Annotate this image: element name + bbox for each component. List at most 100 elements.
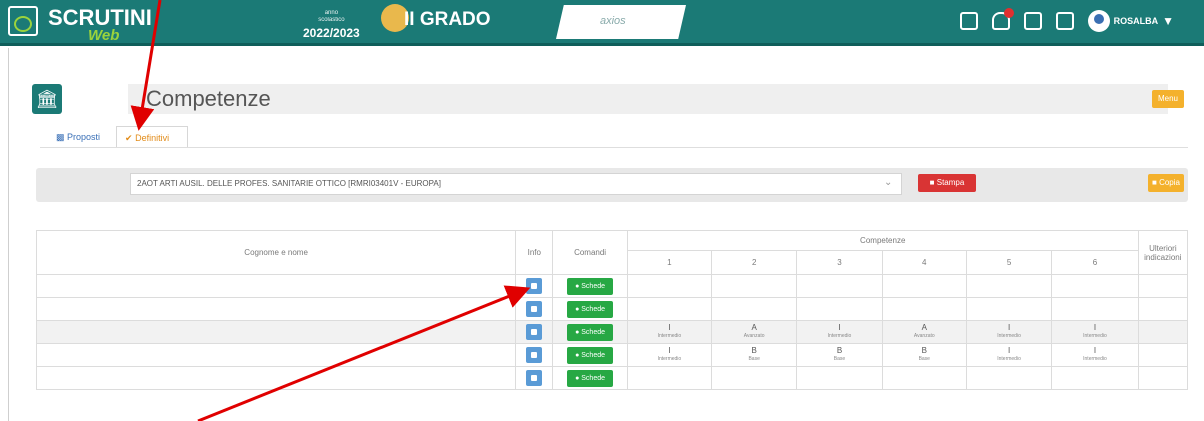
- info-button[interactable]: [526, 324, 543, 340]
- copy-button[interactable]: ■ Copia: [1148, 174, 1184, 192]
- comandi-cell: ● Schede: [552, 297, 628, 321]
- info-button[interactable]: [526, 347, 543, 363]
- top-bar: SCRUTINI Web anno scolastico 2022/2023 I…: [0, 0, 1204, 46]
- menu-button[interactable]: Menu: [1152, 90, 1184, 108]
- chevron-down-icon[interactable]: ⌄: [884, 177, 892, 188]
- competence-level: B: [921, 346, 927, 355]
- competence-cell[interactable]: [626, 366, 713, 390]
- competence-cell[interactable]: I Intermedio: [626, 343, 713, 367]
- info-cell: [515, 320, 554, 344]
- competence-cell[interactable]: B Base: [881, 343, 967, 367]
- competence-cell[interactable]: I Intermedio: [965, 343, 1053, 367]
- print-button[interactable]: ■ Stampa: [918, 174, 976, 192]
- competence-cell[interactable]: B Base: [710, 343, 798, 367]
- competence-level: I: [1093, 346, 1097, 355]
- school-year: anno scolastico 2022/2023: [303, 10, 360, 40]
- competence-cell[interactable]: [1051, 297, 1139, 321]
- competence-cell[interactable]: B Base: [796, 343, 883, 367]
- tab-definitivi[interactable]: ✔ Definitivi: [116, 126, 189, 148]
- title-bar: [128, 84, 1168, 114]
- tab-definitivi-label: Definitivi: [135, 133, 170, 143]
- school-year-value[interactable]: 2022/2023: [303, 26, 360, 40]
- schede-button[interactable]: ● Schede: [567, 300, 614, 318]
- info-cell: [515, 297, 554, 321]
- competence-cell[interactable]: [796, 274, 883, 298]
- student-name-cell: [35, 320, 517, 344]
- competence-level: I: [668, 346, 671, 355]
- competence-cell[interactable]: [710, 274, 798, 298]
- competence-cell[interactable]: [965, 366, 1053, 390]
- calendar-icon[interactable]: [1055, 12, 1074, 30]
- schede-button[interactable]: ● Schede: [567, 323, 614, 341]
- competence-cell[interactable]: [881, 274, 967, 298]
- ulteriori-cell: [1137, 343, 1189, 367]
- competence-cell[interactable]: [881, 366, 967, 390]
- student-name-cell: [35, 343, 517, 367]
- notifications-icon[interactable]: [991, 8, 1014, 30]
- competence-cell[interactable]: [965, 274, 1053, 298]
- competence-cell[interactable]: A Avanzato: [710, 320, 798, 344]
- competence-level-description: Intermedio: [997, 356, 1021, 362]
- competence-level-description: Base: [833, 356, 846, 362]
- competence-cell[interactable]: [1051, 274, 1139, 298]
- ulteriori-cell: [1137, 320, 1189, 344]
- school-grade[interactable]: II GRADO: [404, 9, 491, 31]
- class-select[interactable]: 2AOT ARTI AUSIL. DELLE PROFES. SANITARIE…: [130, 173, 902, 195]
- competence-cell[interactable]: [710, 366, 798, 390]
- ulteriori-cell: [1137, 366, 1189, 390]
- tabs: ▩ Proposti ✔ Definitivi: [48, 126, 189, 148]
- competence-cell[interactable]: [965, 297, 1053, 321]
- schede-button[interactable]: ● Schede: [567, 277, 614, 295]
- comandi-cell: ● Schede: [552, 343, 628, 367]
- competence-number: 5: [965, 250, 1053, 275]
- competence-cell[interactable]: [796, 366, 883, 390]
- schede-button[interactable]: ● Schede: [567, 369, 614, 387]
- column-header-ulteriori: Ulteriori indicazioni: [1137, 230, 1189, 275]
- chevron-down-icon[interactable]: ▼: [1162, 14, 1174, 28]
- competence-cell[interactable]: [881, 297, 967, 321]
- schede-button[interactable]: ● Schede: [567, 346, 614, 364]
- register-icon[interactable]: [959, 12, 978, 30]
- student-name-cell: [35, 366, 517, 390]
- competence-level: I: [668, 323, 671, 332]
- competence-cell[interactable]: [626, 274, 713, 298]
- competence-level: B: [751, 346, 757, 355]
- user-name[interactable]: ROSALBA: [1114, 16, 1159, 26]
- column-header-name: Cognome e nome: [35, 230, 517, 275]
- table-row: ● Schede: [35, 274, 1189, 298]
- table-row: ● Schede I Intermedio B Base B Base B Base I Inter…: [35, 343, 1189, 367]
- ulteriori-cell: [1137, 274, 1189, 298]
- competence-cell[interactable]: [710, 297, 798, 321]
- info-button[interactable]: [526, 278, 543, 294]
- competence-level: A: [751, 323, 757, 332]
- column-header-competenze: Competenze: [626, 230, 1139, 251]
- competence-cell[interactable]: I Intermedio: [626, 320, 713, 344]
- competence-number: 1: [626, 250, 713, 275]
- info-button[interactable]: [526, 301, 543, 317]
- competence-level-description: Intermedio: [657, 356, 682, 362]
- info-button[interactable]: [526, 370, 543, 386]
- competence-cell[interactable]: I Intermedio: [1051, 343, 1139, 367]
- competence-cell[interactable]: I Intermedio: [1051, 320, 1139, 344]
- mail-icon[interactable]: [1023, 12, 1042, 30]
- competence-cell[interactable]: A Avanzato: [881, 320, 967, 344]
- user-avatar[interactable]: [1087, 10, 1110, 32]
- competence-cell[interactable]: I Intermedio: [796, 320, 883, 344]
- competence-cell[interactable]: [1051, 366, 1139, 390]
- axios-label: axios: [600, 15, 626, 27]
- competence-cell[interactable]: [626, 297, 713, 321]
- competence-level: I: [838, 323, 841, 332]
- competence-level-description: Intermedio: [827, 333, 852, 339]
- competence-level-description: Intermedio: [1083, 333, 1107, 339]
- info-cell: [515, 366, 554, 390]
- tab-proposti[interactable]: ▩ Proposti: [48, 126, 108, 148]
- info-cell: [515, 343, 554, 367]
- competence-level: I: [1007, 346, 1011, 355]
- competence-cell[interactable]: I Intermedio: [965, 320, 1053, 344]
- competence-cell[interactable]: [796, 297, 883, 321]
- app-logo-icon[interactable]: [8, 6, 38, 36]
- page-title: Competenze: [146, 86, 271, 111]
- competence-level: A: [921, 323, 927, 332]
- competences-table: Cognome e nome Info Comandi Competenze U…: [35, 230, 1189, 390]
- tabs-divider: [40, 147, 1188, 148]
